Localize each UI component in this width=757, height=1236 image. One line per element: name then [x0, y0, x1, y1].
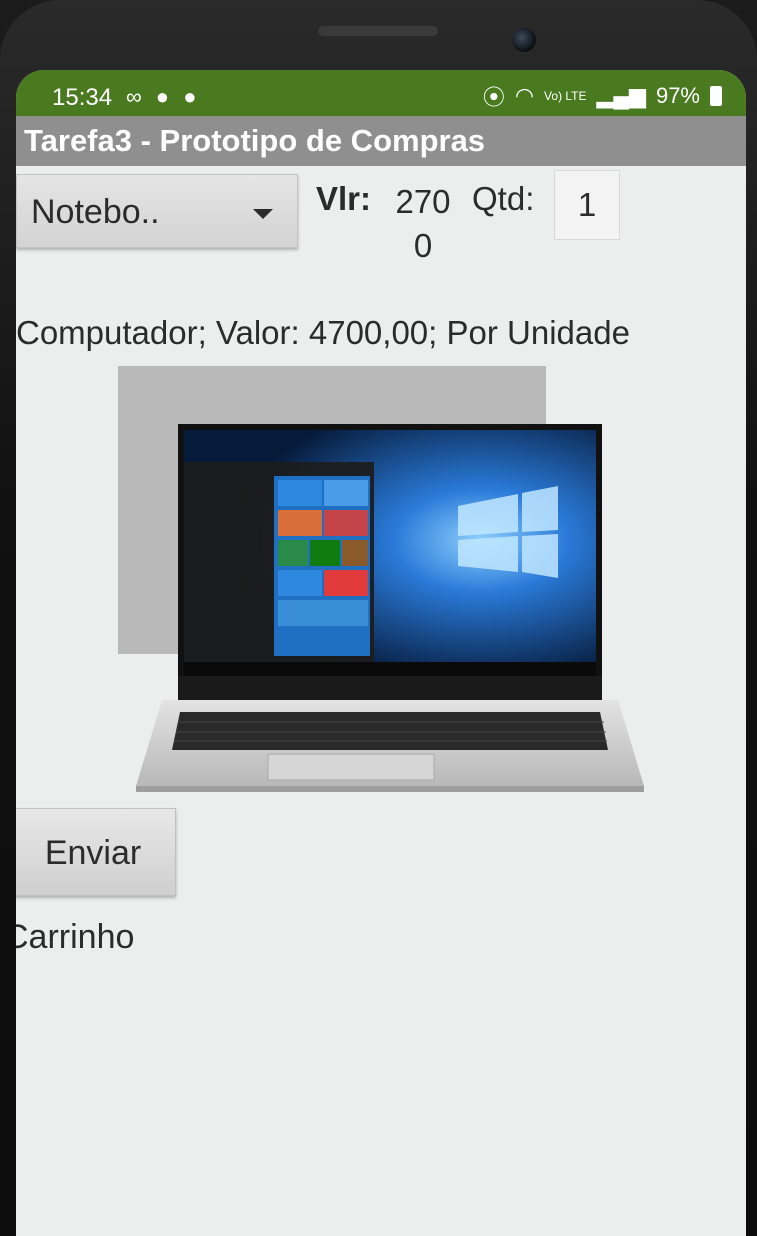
quantity-label: Qtd: — [472, 180, 535, 217]
network-label: Vo) LTE — [544, 89, 587, 103]
quantity-input[interactable] — [554, 170, 620, 240]
signal-icon: ▂▄▆ — [596, 83, 646, 108]
location-icon: ⦿ — [482, 85, 505, 110]
app-screen: 15:34 ∞ ● ● ⦿ ◠ Vo) LTE ▂▄▆ 97% Tarefa3 … — [16, 70, 746, 1236]
product-spinner[interactable]: Notebo.. — [16, 174, 298, 248]
main-content: Notebo.. Vlr: 2700 Qtd: Computador; Valo… — [16, 166, 746, 1236]
laptop-touchpad — [267, 753, 435, 781]
app-title: Tarefa3 - Prototipo de Compras — [16, 116, 746, 166]
battery-icon — [710, 86, 722, 106]
status-bar: 15:34 ∞ ● ● ⦿ ◠ Vo) LTE ▂▄▆ 97% — [16, 70, 746, 116]
dropdown-arrow-icon — [253, 209, 273, 219]
send-button[interactable]: Enviar — [16, 808, 176, 896]
price-label: Vlr: — [316, 180, 372, 217]
phone-frame: 15:34 ∞ ● ● ⦿ ◠ Vo) LTE ▂▄▆ 97% Tarefa3 … — [0, 0, 757, 1236]
cart-label: Carrinho — [16, 918, 135, 956]
price-value: 2700 — [395, 183, 451, 264]
status-time: 15:34 — [52, 84, 113, 111]
speaker-grille — [318, 26, 438, 36]
laptop-image — [118, 366, 644, 792]
laptop-keyboard — [172, 712, 608, 750]
product-spinner-value: Notebo.. — [31, 193, 160, 231]
product-description: Computador; Valor: 4700,00; Por Unidade — [16, 314, 630, 351]
taskbar — [184, 662, 596, 676]
battery-percent: 97% — [655, 83, 700, 108]
notification-icons: ∞ ● ● — [126, 84, 201, 109]
status-right-group: ⦿ ◠ Vo) LTE ▂▄▆ 97% — [483, 80, 722, 112]
front-camera — [512, 28, 536, 52]
wifi-icon: ◠ — [514, 83, 535, 108]
